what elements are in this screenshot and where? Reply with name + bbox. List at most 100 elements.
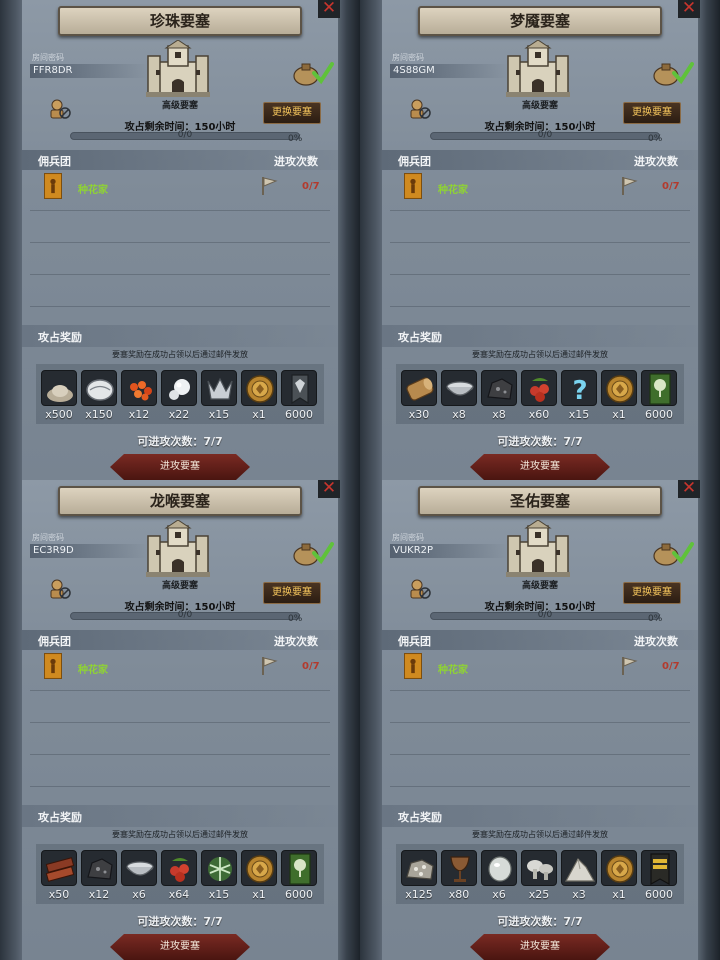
- change-fortress-button[interactable]: 更换要塞: [623, 582, 681, 604]
- reward-item[interactable]: x12: [81, 850, 117, 901]
- close-icon[interactable]: ✕: [678, 480, 700, 498]
- mercenary-title: 佣兵团: [398, 155, 431, 168]
- reward-item[interactable]: x125: [401, 850, 437, 901]
- reward-item[interactable]: x60: [521, 370, 557, 421]
- fortress-title: 珍珠要塞: [58, 6, 302, 36]
- panel-frame-right: [698, 0, 720, 480]
- fortress-panel-2: 梦魇要塞 ✕ 房间密码 4S88GM 高级要塞 更换要塞 攻占剩余时间：150小…: [360, 0, 720, 480]
- coal-ore-icon: [81, 850, 117, 886]
- reward-item[interactable]: 6000: [281, 850, 317, 901]
- reward-item[interactable]: x80: [441, 850, 477, 901]
- handshake-icon[interactable]: [408, 578, 432, 600]
- reward-item[interactable]: x1: [241, 370, 277, 421]
- reward-item[interactable]: x6: [121, 850, 157, 901]
- mercenary-name[interactable]: 种花家: [78, 661, 108, 676]
- reward-item[interactable]: x64: [161, 850, 197, 901]
- reward-item[interactable]: x30: [401, 370, 437, 421]
- change-fortress-button[interactable]: 更换要塞: [263, 582, 321, 604]
- attack-fortress-button[interactable]: 进攻要塞: [470, 934, 610, 960]
- occupation-progress-text: 0/0: [177, 610, 193, 620]
- room-password-value: 4S88GM: [390, 64, 508, 78]
- reward-item[interactable]: x12: [121, 370, 157, 421]
- reward-item[interactable]: x500: [41, 370, 77, 421]
- reward-item[interactable]: x15: [201, 370, 237, 421]
- panel-frame-left: [360, 0, 382, 480]
- reward-quantity: x12: [128, 408, 150, 421]
- room-password-label: 房间密码: [32, 533, 64, 542]
- room-password-label: 房间密码: [392, 533, 424, 542]
- close-icon[interactable]: ✕: [318, 0, 340, 18]
- handshake-icon[interactable]: [408, 98, 432, 120]
- leather-icon: [41, 850, 77, 886]
- reward-quantity: x8: [492, 408, 506, 421]
- mercenary-name[interactable]: 种花家: [438, 181, 468, 196]
- reward-quantity: x60: [528, 408, 550, 421]
- fortress-panel-1: 珍珠要塞 ✕ 房间密码 FFR8DR 高级要塞 更换要塞 攻占剩余时间：150小…: [0, 0, 360, 480]
- row-divider: [390, 690, 690, 691]
- guild-emblem-icon: [404, 173, 422, 199]
- reward-quantity: x22: [168, 408, 190, 421]
- reward-item[interactable]: x150: [81, 370, 117, 421]
- mercenary-attack-count: 0/7: [302, 661, 320, 672]
- wood-log-icon: [401, 370, 437, 406]
- reward-item[interactable]: x15: [201, 850, 237, 901]
- loot-bag-check-icon: [293, 62, 334, 86]
- herb-icon: [201, 850, 237, 886]
- gold-medal-icon: [241, 370, 277, 406]
- occupation-progress-percent: 0%: [648, 134, 663, 144]
- reward-item[interactable]: ? x15: [561, 370, 597, 421]
- remaining-attacks: 可进攻次数：7/7: [137, 435, 223, 448]
- bowl-icon: [441, 370, 477, 406]
- mercenary-name[interactable]: 种花家: [78, 181, 108, 196]
- mercenary-attack-count: 0/7: [662, 181, 680, 192]
- attack-fortress-button[interactable]: 进攻要塞: [110, 454, 250, 480]
- reward-item[interactable]: 6000: [641, 370, 677, 421]
- row-divider: [390, 722, 690, 723]
- change-fortress-button[interactable]: 更换要塞: [623, 102, 681, 124]
- flag-icon: [622, 657, 638, 675]
- mercenary-name[interactable]: 种花家: [438, 661, 468, 676]
- reward-item[interactable]: x1: [601, 370, 637, 421]
- handshake-icon[interactable]: [48, 98, 72, 120]
- occupation-progress-percent: 0%: [648, 614, 663, 624]
- reward-item[interactable]: 6000: [641, 850, 677, 901]
- reward-quantity: x6: [492, 888, 506, 901]
- attack-fortress-button[interactable]: 进攻要塞: [110, 934, 250, 960]
- handshake-icon[interactable]: [48, 578, 72, 600]
- reward-item[interactable]: x22: [161, 370, 197, 421]
- room-password-value: FFR8DR: [30, 64, 148, 78]
- row-divider: [390, 242, 690, 243]
- reward-item[interactable]: x8: [481, 370, 517, 421]
- panel-frame-right: [338, 0, 360, 480]
- attack-fortress-button[interactable]: 进攻要塞: [470, 454, 610, 480]
- reward-quantity: x64: [168, 888, 190, 901]
- fortress-panel-4: 圣佑要塞 ✕ 房间密码 VUKR2P 高级要塞 更换要塞 攻占剩余时间：150小…: [360, 480, 720, 960]
- goblet-icon: [441, 850, 477, 886]
- fortress-title: 圣佑要塞: [418, 486, 662, 516]
- mercenary-title: 佣兵团: [38, 155, 71, 168]
- reward-item[interactable]: x25: [521, 850, 557, 901]
- reward-item[interactable]: x8: [441, 370, 477, 421]
- reward-item[interactable]: 6000: [281, 370, 317, 421]
- mercenary-title: 佣兵团: [38, 635, 71, 648]
- occupation-progress-percent: 0%: [288, 134, 303, 144]
- panel-frame-left: [0, 480, 22, 960]
- reward-item[interactable]: x6: [481, 850, 517, 901]
- close-icon[interactable]: ✕: [678, 0, 700, 18]
- flag-icon: [622, 177, 638, 195]
- row-divider: [30, 306, 330, 307]
- flag-icon: [262, 657, 278, 675]
- close-icon[interactable]: ✕: [318, 480, 340, 498]
- reward-quantity: x1: [252, 408, 266, 421]
- reward-item[interactable]: x50: [41, 850, 77, 901]
- fortress-castle-icon: [146, 40, 210, 97]
- reward-quantity: x125: [405, 888, 433, 901]
- attack-count-title: 进攻次数: [274, 635, 318, 648]
- reward-note: 要塞奖励在成功占领以后通过邮件发放: [112, 350, 248, 359]
- reward-item[interactable]: x1: [601, 850, 637, 901]
- row-divider: [30, 210, 330, 211]
- crown-emblem-icon: [201, 370, 237, 406]
- reward-item[interactable]: x3: [561, 850, 597, 901]
- change-fortress-button[interactable]: 更换要塞: [263, 102, 321, 124]
- reward-item[interactable]: x1: [241, 850, 277, 901]
